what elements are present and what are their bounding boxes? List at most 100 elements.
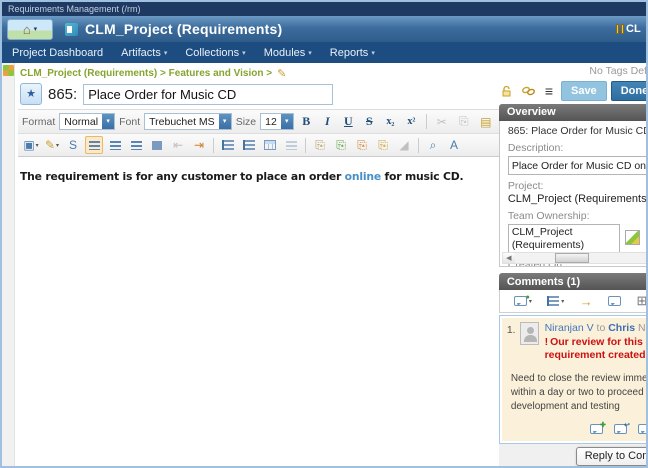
table-properties-icon[interactable]	[282, 136, 300, 154]
nav-modules[interactable]: Modules ▾	[264, 47, 312, 59]
nav-reports[interactable]: Reports ▾	[330, 47, 375, 59]
editor-toolbar-format: Format Normal ▾ Font Trebuchet MS ▾ Size…	[18, 109, 499, 133]
spell-check-icon[interactable]: S	[64, 136, 82, 154]
project-value: CLM_Project (Requirements)	[507, 193, 648, 206]
avatar	[519, 321, 539, 345]
comment-card[interactable]: 1. Niranjan V to Chris Now !O	[501, 317, 648, 441]
size-select[interactable]: 12 ▾	[260, 113, 294, 130]
scrollbar-thumb[interactable]	[554, 252, 589, 263]
editor-toolbar-tools: ▣ ▾ ✎ ▾ S ⇤ ⇥ ⎘ ⎘ ⎘ ⎘ ◢ ⌕ A	[18, 133, 499, 157]
font-label: Font	[119, 115, 141, 128]
italic-button[interactable]: I	[319, 114, 336, 129]
underline-button[interactable]: U	[340, 114, 357, 129]
align-right-icon[interactable]	[127, 136, 145, 154]
brand-bar-icon	[621, 24, 624, 34]
outdent-icon[interactable]: ⇤	[169, 136, 187, 154]
online-link[interactable]: online	[345, 170, 382, 183]
description-input[interactable]	[507, 156, 646, 176]
link-web-icon[interactable]: ⎘	[374, 136, 392, 154]
bullet-list-icon[interactable]	[219, 136, 237, 154]
team-ownership-label: Team Ownership:	[507, 210, 590, 223]
cut-icon[interactable]: ✂	[433, 113, 451, 131]
comment-view-menu-icon[interactable]: ▾	[547, 296, 564, 307]
project-icon	[65, 22, 78, 36]
overview-horizontal-scrollbar[interactable]: ◀ ▶	[501, 251, 646, 264]
lock-icon[interactable]	[501, 85, 512, 97]
artifact-id: 865:	[48, 85, 78, 103]
format-select[interactable]: Normal ▾	[59, 113, 116, 130]
expand-all-icon[interactable]: ⊞	[637, 293, 646, 309]
subscript-button[interactable]: x₂	[382, 116, 399, 127]
change-team-icon[interactable]	[624, 230, 640, 246]
comment-recipient[interactable]: Chris	[608, 322, 635, 334]
artifact-title-input[interactable]	[83, 83, 334, 105]
strikethrough-button[interactable]: S	[361, 114, 378, 129]
done-button[interactable]: Done	[610, 81, 646, 102]
comment-author[interactable]: Niranjan V	[545, 322, 594, 334]
find-icon[interactable]: ⌕	[424, 136, 442, 154]
reply-comment-icon[interactable]: ✚	[589, 422, 606, 434]
align-center-icon[interactable]	[106, 136, 124, 154]
insert-image-menu-icon[interactable]: ▣ ▾	[22, 136, 40, 154]
format-label: Format	[22, 115, 56, 128]
nav-project-dashboard[interactable]: Project Dashboard	[12, 47, 103, 59]
menu-icon[interactable]: ≡	[545, 84, 553, 98]
tags-row: No Tags Defined	[499, 63, 647, 79]
new-comment-icon[interactable]: ● ▾	[513, 294, 532, 307]
overview-body: 865: Place Order for Music CD Descriptio…	[498, 121, 648, 267]
window-title-bar: Requirements Management (/rm)	[2, 2, 646, 16]
breadcrumb-path[interactable]: CLM_Project (Requirements) > Features an…	[20, 68, 272, 79]
edit-comment-icon[interactable]: ✎	[637, 424, 646, 434]
team-ownership-value[interactable]: CLM_Project (Requirements)	[507, 224, 620, 255]
main-area: CLM_Project (Requirements) > Features an…	[2, 63, 646, 466]
eraser-icon[interactable]: ◢	[395, 136, 413, 154]
comment-time: Now	[637, 321, 646, 334]
comments-header: Comments (1)	[498, 272, 646, 291]
left-gutter	[2, 63, 15, 466]
reply-arrow-icon[interactable]: ↩	[613, 422, 630, 434]
artifact-title-row: ★ 865:	[18, 82, 499, 109]
app-window: Requirements Management (/rm) ⌂ ▾ CLM_Pr…	[0, 0, 648, 468]
nav-artifacts[interactable]: Artifacts ▾	[121, 47, 167, 59]
scroll-left-icon[interactable]: ◀	[502, 252, 515, 263]
artifact-editor: CLM_Project (Requirements) > Features an…	[2, 63, 499, 466]
comment-body: Need to close the review immediately wit…	[510, 373, 648, 412]
chevron-down-icon: ▾	[242, 49, 246, 57]
breadcrumb: CLM_Project (Requirements) > Features an…	[18, 63, 499, 82]
comment-subject: ! Our review for this requirement created	[544, 335, 646, 362]
font-select[interactable]: Trebuchet MS ▾	[144, 113, 232, 130]
nav-collections[interactable]: Collections ▾	[185, 47, 245, 59]
indent-icon[interactable]: ⇥	[190, 136, 208, 154]
copy-icon[interactable]: ⎘	[455, 113, 473, 131]
edit-pencil-icon[interactable]: ✎	[277, 67, 286, 80]
text-style-icon[interactable]: A	[445, 136, 463, 154]
show-comment-icon[interactable]	[608, 296, 622, 307]
sidebar-toggle-icon[interactable]	[2, 65, 14, 76]
align-left-icon[interactable]	[85, 136, 103, 154]
artifact-type-icon: ★	[20, 83, 42, 105]
save-button[interactable]: Save	[560, 81, 607, 102]
reply-tooltip: Reply to Comment	[575, 447, 646, 466]
chevron-down-icon: ▾	[102, 114, 115, 129]
bold-button[interactable]: B	[298, 114, 315, 129]
right-sidebar: No Tags Defined	[498, 63, 648, 466]
requirement-text[interactable]: The requirement is for any customer to p…	[18, 157, 499, 183]
link-artifact-icon[interactable]: ⎘	[353, 136, 371, 154]
paste-icon[interactable]: ▤	[477, 113, 495, 131]
insert-table-icon[interactable]	[261, 136, 279, 154]
insert-artifact-icon[interactable]: ⎘	[332, 136, 350, 154]
overview-header: Overview	[498, 103, 646, 122]
superscript-button[interactable]: x²	[403, 116, 420, 127]
tags-text: No Tags Defined	[589, 64, 647, 77]
numbered-list-icon[interactable]	[240, 136, 258, 154]
project-banner: ⌂ ▾ CLM_Project (Requirements) CL	[2, 16, 646, 42]
justify-icon[interactable]	[148, 136, 166, 154]
project-title: CLM_Project (Requirements)	[85, 21, 283, 37]
home-button[interactable]: ⌂ ▾	[7, 18, 53, 40]
project-label: Project:	[507, 180, 544, 193]
link-chain-icon[interactable]	[521, 85, 536, 97]
comment-list: 1. Niranjan V to Chris Now !O	[498, 314, 648, 444]
highlighter-menu-icon[interactable]: ✎ ▾	[43, 136, 61, 154]
embed-artifact-icon[interactable]: ⎘	[311, 136, 329, 154]
goto-comment-icon[interactable]: →	[580, 294, 593, 309]
